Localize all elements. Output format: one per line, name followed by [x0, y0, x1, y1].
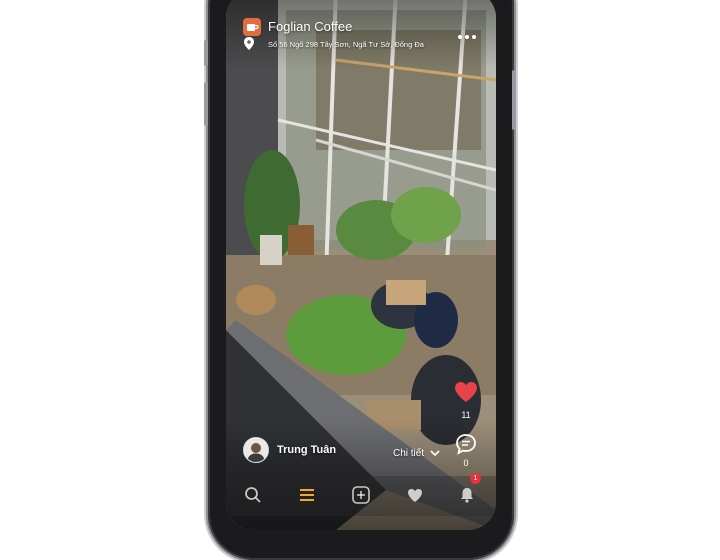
- menu-icon[interactable]: [296, 484, 318, 506]
- comment-icon[interactable]: [455, 433, 477, 455]
- like-count: 11: [461, 410, 471, 420]
- chevron-down-icon: [430, 450, 440, 456]
- shop-logo[interactable]: [243, 18, 261, 36]
- phone-volume-down: [204, 82, 208, 126]
- bottom-nav: [226, 476, 496, 516]
- location-pin-icon: [244, 37, 254, 50]
- coffee-cup-icon: [247, 24, 259, 31]
- detail-label: Chi tiết: [393, 448, 425, 459]
- detail-toggle[interactable]: Chi tiết: [393, 448, 440, 459]
- top-gradient: [226, 0, 496, 70]
- app-screen: Foglian Coffee Số 56 Ngõ 298 Tây Sơn, Ng…: [226, 0, 496, 530]
- phone-power-button: [512, 70, 516, 130]
- more-options-icon[interactable]: [458, 26, 479, 44]
- phone-volume-up: [204, 40, 208, 66]
- heart-icon[interactable]: [404, 484, 426, 506]
- comment-count: 0: [463, 458, 469, 468]
- shop-address[interactable]: Số 56 Ngõ 298 Tây Sơn, Ngã Tư Sở, Đống Đ…: [268, 40, 432, 49]
- user-photo: [244, 438, 268, 462]
- add-icon[interactable]: [350, 484, 372, 506]
- like-heart-icon[interactable]: [454, 381, 478, 403]
- notifications-icon[interactable]: [456, 484, 478, 506]
- notification-badge: 1: [470, 473, 481, 484]
- author-name[interactable]: Trung Tuân: [277, 444, 336, 456]
- search-icon[interactable]: [242, 484, 264, 506]
- shop-name[interactable]: Foglian Coffee: [268, 19, 352, 34]
- author-avatar[interactable]: [243, 437, 269, 463]
